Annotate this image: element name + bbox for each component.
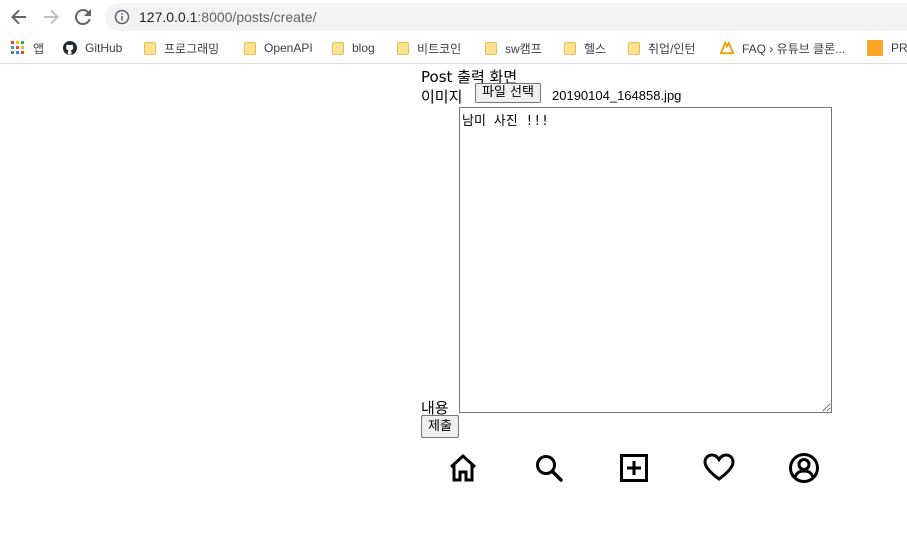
bookmark-bitcoin[interactable]: 비트코인 — [397, 39, 461, 57]
bookmark-label: 헬스 — [584, 41, 607, 56]
url-text: 127.0.0.1:8000/posts/create/ — [139, 9, 316, 25]
bookmark-label: sw캠프 — [505, 41, 542, 56]
folder-icon — [485, 41, 497, 55]
url-path: :8000/posts/create/ — [197, 9, 317, 25]
bookmark-faq[interactable]: FAQ › 유튜브 클론... — [720, 39, 845, 57]
profile-icon[interactable] — [788, 452, 820, 484]
submit-button[interactable]: 제출 — [421, 415, 459, 438]
info-icon[interactable] — [114, 9, 130, 25]
bookmark-label: OpenAPI — [264, 41, 313, 55]
file-select-button[interactable]: 파일 선택 — [475, 83, 541, 103]
search-icon[interactable] — [533, 452, 565, 484]
back-arrow-icon[interactable] — [7, 5, 31, 29]
bookmark-label: 비트코인 — [417, 41, 462, 56]
bookmark-openapi[interactable]: OpenAPI — [244, 39, 313, 57]
bookmark-blog[interactable]: blog — [332, 39, 375, 57]
bookmarks-bar: 앱 GitHub 프로그래밍 OpenAPI blog 비트코인 sw캠프 헬스… — [0, 33, 907, 64]
address-bar[interactable]: 127.0.0.1:8000/posts/create/ — [105, 3, 907, 31]
bookmark-label: 프로그래밍 — [164, 41, 220, 56]
folder-icon — [397, 41, 409, 55]
bookmark-swcamp[interactable]: sw캠프 — [485, 39, 542, 57]
folder-icon — [628, 41, 640, 55]
selected-file-name: 20190104_164858.jpg — [552, 88, 682, 103]
faq-logo-icon — [720, 41, 734, 55]
bookmark-label: FAQ › 유튜브 클론... — [742, 41, 846, 56]
home-icon[interactable] — [447, 452, 479, 484]
folder-icon — [244, 41, 256, 55]
forward-arrow-icon[interactable] — [39, 5, 63, 29]
add-post-icon[interactable] — [618, 452, 650, 484]
bookmark-label: 취업/인턴 — [648, 41, 696, 56]
bookmark-apps[interactable]: 앱 — [11, 39, 44, 57]
bookmark-health[interactable]: 헬스 — [564, 39, 606, 57]
github-icon — [63, 41, 77, 55]
url-host: 127.0.0.1 — [139, 9, 198, 25]
bookmark-label: GitHub — [85, 41, 123, 55]
folder-icon — [564, 41, 576, 55]
bottom-navigation — [447, 452, 819, 484]
bookmark-label: PR — [891, 41, 907, 55]
heart-icon[interactable] — [703, 452, 735, 484]
folder-icon — [332, 41, 344, 55]
content-textarea[interactable]: 남미 사진 !!! — [459, 107, 832, 413]
browser-toolbar: 127.0.0.1:8000/posts/create/ — [0, 0, 907, 33]
bookmark-jobs[interactable]: 취업/인턴 — [628, 39, 696, 57]
reload-icon[interactable] — [71, 5, 95, 29]
bookmark-github[interactable]: GitHub — [63, 39, 122, 57]
orange-square-icon — [867, 40, 883, 56]
folder-icon — [144, 41, 156, 55]
bookmark-pr[interactable]: PR — [867, 39, 907, 57]
bookmark-label: 앱 — [33, 41, 45, 56]
bookmark-programming[interactable]: 프로그래밍 — [144, 39, 219, 57]
image-label: 이미지 — [421, 88, 463, 106]
bookmark-label: blog — [352, 41, 375, 55]
apps-grid-icon — [11, 41, 24, 54]
